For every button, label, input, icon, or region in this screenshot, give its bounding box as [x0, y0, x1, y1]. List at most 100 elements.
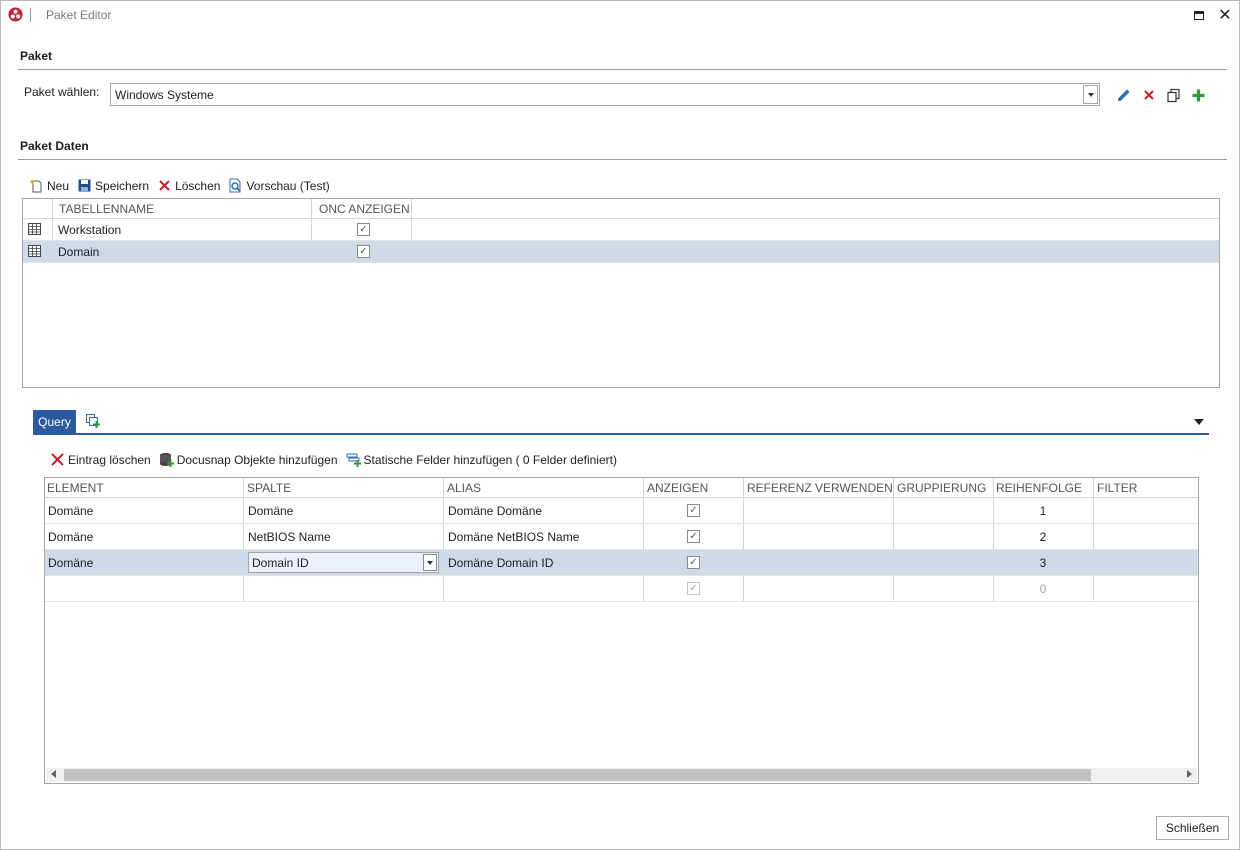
- anzeigen-checkbox[interactable]: ✓: [687, 504, 700, 517]
- close-icon: ✕: [1218, 7, 1232, 24]
- delete-button[interactable]: Löschen: [157, 178, 220, 193]
- add-paket-button[interactable]: [1190, 87, 1206, 103]
- cell-reihenfolge[interactable]: 3: [993, 556, 1093, 570]
- paket-select-dropdown-button[interactable]: [1083, 85, 1098, 104]
- save-button[interactable]: Speichern: [77, 178, 149, 193]
- add-icon: [1192, 89, 1204, 101]
- delete-entry-button[interactable]: Eintrag löschen: [50, 452, 151, 467]
- paket-select[interactable]: Windows Systeme: [110, 83, 1100, 106]
- query-row[interactable]: Domäne NetBIOS Name Domäne NetBIOS Name …: [45, 524, 1198, 550]
- table-name: Domain: [58, 245, 100, 259]
- query-grid-header: ELEMENT SPALTE ALIAS ANZEIGEN REFERENZ V…: [45, 478, 1198, 498]
- preview-button[interactable]: Vorschau (Test): [228, 178, 330, 193]
- tables-grid: TABELLENNAME ONC ANZEIGEN Workstation ✓ …: [22, 198, 1220, 388]
- copy-icon: [1166, 88, 1180, 102]
- cell-alias[interactable]: Domäne Domäne: [448, 504, 542, 518]
- anzeigen-checkbox[interactable]: ✓: [687, 582, 700, 595]
- database-add-icon: [159, 453, 174, 467]
- close-window-button[interactable]: ✕: [1215, 6, 1235, 24]
- delete-button-label: Löschen: [175, 178, 221, 193]
- spalte-select[interactable]: Domain ID: [248, 552, 439, 573]
- column-header-onc-anzeigen[interactable]: ONC ANZEIGEN: [319, 202, 410, 216]
- title-separator: [30, 8, 31, 22]
- cell-alias[interactable]: Domäne NetBIOS Name: [448, 530, 579, 544]
- query-row[interactable]: Domäne Domäne Domäne Domäne ✓ 1: [45, 498, 1198, 524]
- tab-underline: [33, 433, 1209, 435]
- section-title-paket: Paket: [20, 49, 53, 63]
- cell-element: Domäne: [48, 530, 94, 544]
- table-name: Workstation: [58, 223, 122, 237]
- chevron-down-icon: [427, 560, 433, 565]
- paket-select-label: Paket wählen:: [24, 85, 100, 99]
- cell-reihenfolge[interactable]: 0: [993, 582, 1093, 596]
- scrollbar-thumb[interactable]: [64, 769, 1091, 781]
- cell-spalte[interactable]: NetBIOS Name: [248, 530, 331, 544]
- section-divider: [18, 159, 1227, 160]
- table-row[interactable]: Workstation ✓: [23, 219, 1219, 241]
- table-icon: [28, 245, 41, 257]
- tab-menu-dropdown-icon[interactable]: [1194, 419, 1204, 425]
- delete-icon: [159, 180, 170, 191]
- cell-reihenfolge[interactable]: 2: [993, 530, 1093, 544]
- anzeigen-checkbox[interactable]: ✓: [687, 530, 700, 543]
- onc-checkbox[interactable]: ✓: [357, 245, 370, 258]
- section-title-paket-daten: Paket Daten: [20, 139, 89, 153]
- tables-grid-header: TABELLENNAME ONC ANZEIGEN: [23, 199, 1219, 219]
- paket-editor-window: Paket Editor ✕ Paket Paket wählen: Windo…: [0, 0, 1240, 850]
- chevron-down-icon: [1087, 92, 1094, 97]
- add-tab-button[interactable]: [85, 413, 101, 432]
- new-button-label: Neu: [47, 178, 70, 193]
- column-header-element[interactable]: ELEMENT: [47, 481, 104, 495]
- tab-query[interactable]: Query: [33, 410, 76, 434]
- add-docusnap-objects-button[interactable]: Docusnap Objekte hinzufügen: [159, 452, 338, 467]
- delete-icon: [51, 453, 64, 466]
- paket-select-value: Windows Systeme: [115, 88, 214, 102]
- copy-paket-button[interactable]: [1165, 87, 1181, 103]
- column-header-anzeigen[interactable]: ANZEIGEN: [647, 481, 708, 495]
- edit-paket-button[interactable]: [1116, 87, 1132, 103]
- column-header-tabellenname[interactable]: TABELLENNAME: [59, 202, 154, 216]
- close-button[interactable]: Schließen: [1156, 816, 1229, 840]
- query-row[interactable]: Domäne Domain ID Domäne Domain ID ✓ 3: [45, 550, 1198, 576]
- add-docusnap-objects-label: Docusnap Objekte hinzufügen: [176, 452, 338, 467]
- maximize-button[interactable]: [1189, 6, 1209, 24]
- delete-icon: [1144, 90, 1154, 100]
- cell-alias[interactable]: Domäne Domain ID: [448, 556, 553, 570]
- cell-reihenfolge[interactable]: 1: [993, 504, 1093, 518]
- paket-daten-toolbar: Neu Speichern Löschen Vorschau (Test): [29, 178, 330, 193]
- spalte-select-value: Domain ID: [252, 556, 309, 570]
- table-icon: [28, 223, 41, 235]
- new-button[interactable]: Neu: [29, 178, 69, 193]
- static-fields-add-icon: [346, 453, 361, 467]
- anzeigen-checkbox[interactable]: ✓: [687, 556, 700, 569]
- save-icon: [78, 179, 91, 192]
- app-logo-icon: [8, 7, 23, 22]
- query-new-row[interactable]: ✓ 0: [45, 576, 1198, 602]
- column-header-referenz-verwenden[interactable]: REFERENZ VERWENDEN: [747, 481, 893, 495]
- add-static-fields-button[interactable]: Statische Felder hinzufügen ( 0 Felder d…: [346, 452, 617, 467]
- column-header-reihenfolge[interactable]: REIHENFOLGE: [996, 481, 1082, 495]
- scroll-right-arrow-icon[interactable]: [1187, 770, 1192, 778]
- section-divider: [18, 69, 1227, 70]
- title-bar: Paket Editor ✕: [1, 1, 1239, 29]
- query-toolbar: Eintrag löschen Docusnap Objekte hinzufü…: [50, 452, 617, 467]
- save-button-label: Speichern: [95, 178, 150, 193]
- maximize-icon: [1194, 10, 1204, 20]
- column-header-spalte[interactable]: SPALTE: [247, 481, 291, 495]
- onc-checkbox[interactable]: ✓: [357, 223, 370, 236]
- column-header-gruppierung[interactable]: GRUPPIERUNG: [897, 481, 986, 495]
- window-title: Paket Editor: [46, 8, 112, 22]
- column-header-filter[interactable]: FILTER: [1097, 481, 1137, 495]
- preview-icon: [229, 178, 242, 193]
- table-row[interactable]: Domain ✓: [23, 241, 1219, 263]
- add-static-fields-label: Statische Felder hinzufügen ( 0 Felder d…: [363, 452, 617, 467]
- delete-paket-button[interactable]: [1141, 87, 1157, 103]
- spalte-select-dropdown-button[interactable]: [423, 554, 437, 571]
- query-grid: ELEMENT SPALTE ALIAS ANZEIGEN REFERENZ V…: [44, 477, 1199, 784]
- scroll-left-arrow-icon[interactable]: [51, 770, 56, 778]
- cell-spalte[interactable]: Domäne: [248, 504, 293, 518]
- add-tab-icon: [86, 414, 100, 428]
- delete-entry-label: Eintrag löschen: [68, 452, 151, 467]
- column-header-alias[interactable]: ALIAS: [447, 481, 481, 495]
- horizontal-scrollbar[interactable]: [46, 768, 1197, 782]
